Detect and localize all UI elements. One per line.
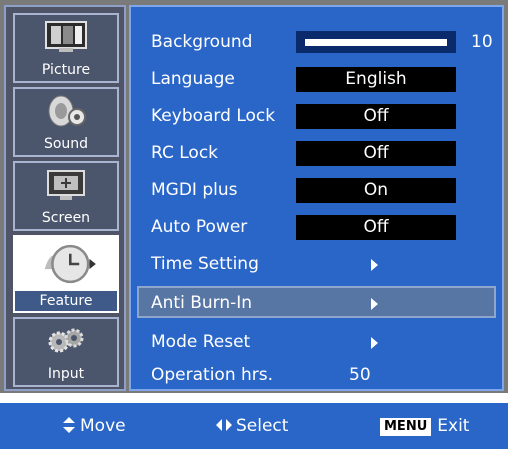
submenu-arrow-icon: [371, 259, 378, 271]
sidebar-item-label: Feature: [15, 291, 117, 311]
gears-icon: [48, 328, 84, 353]
sidebar-item-feature[interactable]: Feature: [13, 235, 119, 313]
sidebar-item-label: Input: [47, 366, 85, 382]
exit-label: Exit: [437, 416, 470, 436]
menu-row-label: RC Lock: [151, 143, 219, 163]
menu-row-label: Auto Power: [151, 217, 248, 237]
menu-row-mode-reset[interactable]: Mode Reset: [131, 327, 502, 359]
menu-row-time-setting[interactable]: Time Setting: [131, 249, 502, 281]
menu-row-value[interactable]: Off: [296, 215, 456, 240]
up-down-arrow-icon: [63, 417, 75, 433]
sidebar-item-label: Picture: [41, 62, 91, 78]
menu-row-label: Language: [151, 69, 235, 89]
menu-row-label: Keyboard Lock: [151, 106, 276, 126]
slider-value: 10: [471, 32, 493, 52]
category-sidebar: Picture Sound Screen Feature Input: [4, 5, 126, 391]
sidebar-item-input[interactable]: Input: [13, 317, 119, 387]
left-right-arrow-icon: [216, 419, 232, 431]
help-bar: Move Select MENU Exit: [0, 403, 508, 449]
slider-track: [304, 38, 448, 47]
menu-row-background[interactable]: Background 10: [131, 27, 502, 59]
menu-row-operation-hrs: Operation hrs. 50: [131, 360, 502, 392]
sidebar-item-sound[interactable]: Sound: [13, 87, 119, 157]
menu-row-auto-power[interactable]: Auto Power Off: [131, 212, 502, 244]
select-label: Select: [236, 416, 289, 436]
menu-row-label: Operation hrs.: [151, 365, 274, 385]
operation-hours-value: 50: [349, 365, 371, 385]
submenu-arrow-icon: [371, 298, 378, 310]
sidebar-item-label: Screen: [41, 210, 91, 226]
exit-hint: MENU Exit: [380, 416, 469, 436]
screen-icon: [47, 170, 85, 200]
menu-row-keyboard-lock[interactable]: Keyboard Lock Off: [131, 101, 502, 133]
menu-row-language[interactable]: Language English: [131, 64, 502, 96]
menu-row-label: Time Setting: [151, 254, 259, 274]
menu-row-rc-lock[interactable]: RC Lock Off: [131, 138, 502, 170]
menu-row-value[interactable]: English: [296, 67, 456, 92]
select-hint: Select: [216, 416, 288, 436]
menu-row-label: Background: [151, 32, 253, 52]
clock-icon: [44, 244, 96, 284]
move-hint: Move: [63, 416, 126, 436]
menu-row-mgdi-plus[interactable]: MGDI plus On: [131, 175, 502, 207]
menu-row-label: MGDI plus: [151, 180, 238, 200]
menu-row-value[interactable]: On: [296, 178, 456, 203]
menu-row-anti-burn-in[interactable]: Anti Burn-In: [137, 286, 496, 318]
speaker-icon: [48, 95, 86, 127]
menu-row-label: Anti Burn-In: [151, 293, 253, 313]
sidebar-item-picture[interactable]: Picture: [13, 13, 119, 83]
menu-row-value[interactable]: Off: [296, 141, 456, 166]
menu-row-label: Mode Reset: [151, 332, 251, 352]
sidebar-item-label: Sound: [43, 136, 89, 152]
menu-row-value[interactable]: Off: [296, 104, 456, 129]
sidebar-item-screen[interactable]: Screen: [13, 161, 119, 231]
feature-settings-panel: Background 10 Language English Keyboard …: [129, 5, 504, 391]
submenu-arrow-icon: [371, 337, 378, 349]
menu-key-icon: MENU: [380, 418, 432, 436]
picture-icon: [45, 21, 87, 52]
background-slider[interactable]: [296, 31, 456, 53]
move-label: Move: [80, 416, 126, 436]
osd-window: Picture Sound Screen Feature Input Backg…: [0, 0, 508, 393]
